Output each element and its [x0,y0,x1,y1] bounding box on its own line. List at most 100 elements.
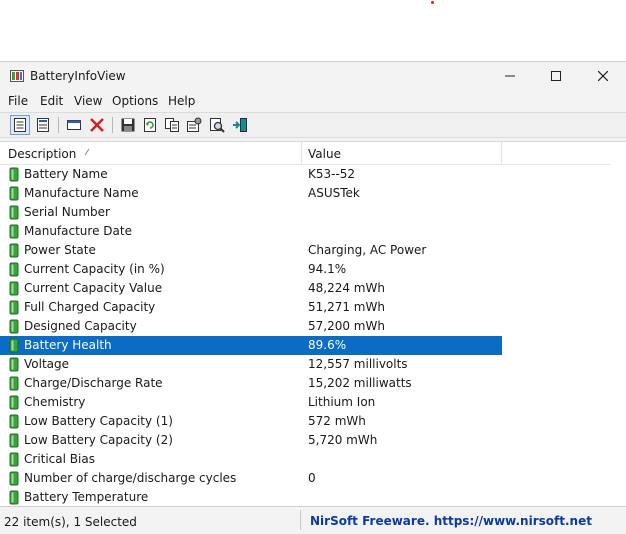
table-row[interactable]: Low Battery Capacity (2) 5,720 mWh [0,431,502,450]
table-row[interactable]: Designed Capacity 57,200 mWh [0,317,502,336]
toolbar-separator [58,117,59,133]
delete-button[interactable] [89,117,105,133]
properties-button[interactable] [12,117,28,133]
battery-icon [9,376,19,391]
table-row[interactable]: Current Capacity Value 48,224 mWh [0,279,502,298]
list-header: Description Value [0,142,626,165]
status-bar: 22 item(s), 1 Selected NirSoft Freeware.… [0,506,626,534]
window-title: BatteryInfoView [30,69,126,83]
save-icon [121,118,135,132]
toolbar-separator [112,117,113,133]
battery-icon [9,338,19,353]
close-button[interactable] [580,62,626,90]
row-description: Power State [24,243,96,257]
menu-help[interactable]: Help [168,94,195,108]
find-icon [210,118,225,133]
maximize-button[interactable] [533,62,579,90]
row-value: 51,271 mWh [308,300,385,314]
column-divider[interactable] [501,142,502,164]
title-bar[interactable]: BatteryInfoView [0,62,626,90]
row-description: Designed Capacity [24,319,137,333]
row-description: Manufacture Name [24,186,139,200]
row-description: Battery Temperature [24,490,149,504]
battery-icon [9,243,19,258]
table-row[interactable]: Battery Health 89.6% [0,336,502,355]
row-description: Number of charge/discharge cycles [24,471,237,485]
row-description: Full Charged Capacity [24,300,156,314]
battery-icon [9,186,19,201]
battery-icon [9,167,19,182]
row-description: Voltage [24,357,70,371]
menu-edit[interactable]: Edit [40,94,63,108]
maximize-icon [551,71,561,81]
table-row[interactable]: Chemistry Lithium Ion [0,393,502,412]
table-row[interactable]: Number of charge/discharge cycles 0 [0,469,502,488]
battery-icon [9,224,19,239]
row-description: Charge/Discharge Rate [24,376,163,390]
refresh-button[interactable] [142,117,158,133]
table-row[interactable]: Manufacture Name ASUSTek [0,184,502,203]
minimize-button[interactable] [487,62,533,90]
nirsoft-link[interactable]: NirSoft Freeware. https://www.nirsoft.ne… [310,514,592,528]
settings-button[interactable] [186,117,202,133]
table-row[interactable]: Low Battery Capacity (1) 572 mWh [0,412,502,431]
table-row[interactable]: Charge/Discharge Rate 15,202 milliwatts [0,374,502,393]
battery-icon [9,395,19,410]
row-description: Battery Health [24,338,112,352]
row-description: Low Battery Capacity (2) [24,433,173,447]
row-description: Battery Name [24,167,108,181]
row-description: Low Battery Capacity (1) [24,414,173,428]
toolbar [0,112,626,138]
table-row[interactable]: Battery Name K53--52 [0,165,502,184]
save-button[interactable] [120,117,136,133]
row-value: 5,720 mWh [308,433,378,447]
app-window: BatteryInfoView File Edit View Options H… [0,61,626,534]
battery-icon [9,300,19,315]
table-row[interactable]: Serial Number [0,203,502,222]
column-header-value[interactable]: Value [308,147,341,161]
battery-app-icon [10,70,24,82]
row-value: ASUSTek [308,186,360,200]
menu-options[interactable]: Options [112,94,158,108]
table-row[interactable]: Power State Charging, AC Power [0,241,502,260]
html-report-icon [37,118,49,132]
row-value: 572 mWh [308,414,366,428]
battery-icon [9,490,19,505]
options-icon [67,120,81,130]
settings-icon [187,117,202,132]
copy-icon [165,118,179,132]
column-header-description[interactable]: Description [8,147,76,161]
menu-view[interactable]: View [74,94,102,108]
table-row[interactable]: Current Capacity (in %) 94.1% [0,260,502,279]
row-value: 48,224 mWh [308,281,385,295]
menu-file[interactable]: File [8,94,28,108]
minimize-icon [505,75,515,77]
exit-icon [233,118,247,132]
row-value: 94.1% [308,262,347,276]
table-row[interactable]: Manufacture Date [0,222,502,241]
copy-button[interactable] [164,117,180,133]
column-divider[interactable] [301,142,302,164]
properties-icon [14,118,26,132]
refresh-icon [144,118,156,132]
delete-icon [90,118,104,132]
battery-icon [9,319,19,334]
sort-indicator-icon [84,148,90,156]
row-description: Current Capacity Value [24,281,163,295]
row-value: 89.6% [308,338,347,352]
exit-button[interactable] [232,117,248,133]
table-row[interactable]: Voltage 12,557 millivolts [0,355,502,374]
table-row[interactable]: Critical Bias [0,450,502,469]
battery-info-list[interactable]: Description Value Battery Name K53--52 Man… [0,141,626,506]
battery-icon [9,452,19,467]
table-row[interactable]: Full Charged Capacity 51,271 mWh [0,298,502,317]
options-button[interactable] [66,117,82,133]
table-row[interactable]: Battery Temperature [0,488,502,506]
row-value: 15,202 milliwatts [308,376,412,390]
battery-icon [9,471,19,486]
find-button[interactable] [209,117,225,133]
html-report-button[interactable] [35,117,51,133]
vertical-scrollbar[interactable] [610,142,626,506]
battery-icon [9,414,19,429]
row-description: Manufacture Date [24,224,132,238]
